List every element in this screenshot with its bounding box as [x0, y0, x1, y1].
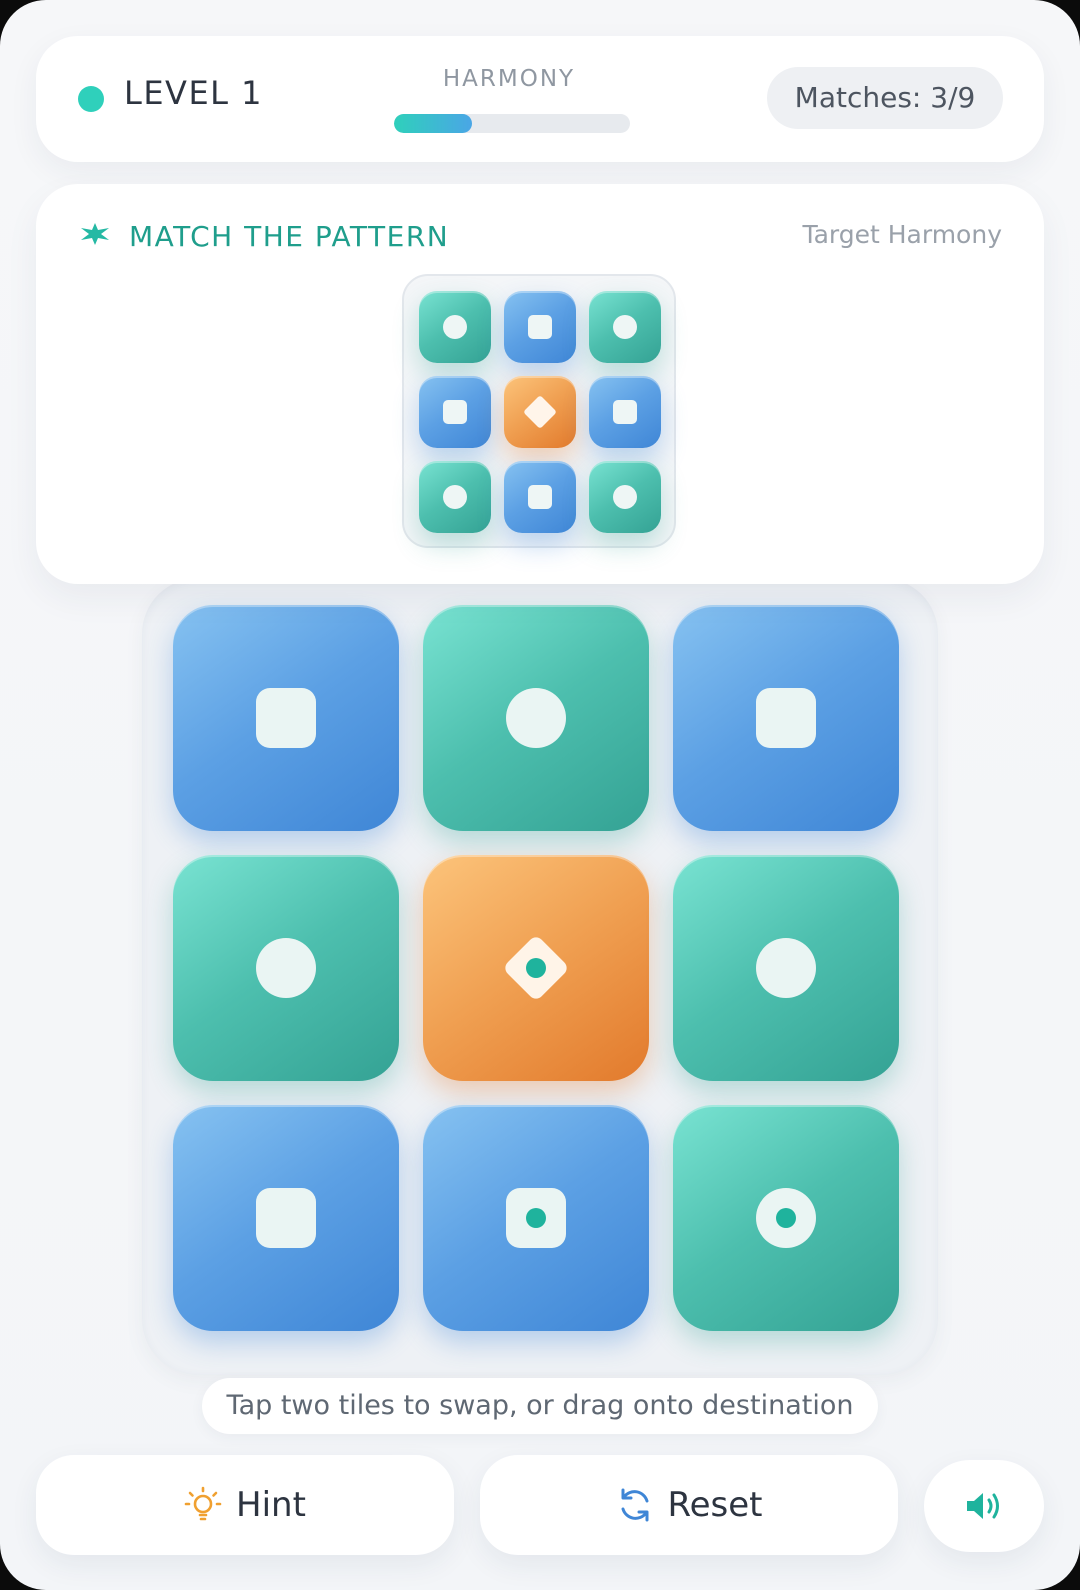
game-board	[142, 578, 938, 1375]
circle-icon	[756, 938, 816, 998]
board-tile[interactable]	[423, 1105, 649, 1331]
square-icon	[443, 400, 467, 424]
circle-icon	[613, 485, 637, 509]
square-icon	[256, 688, 316, 748]
target-tile	[589, 291, 661, 363]
hint-label: Hint	[236, 1485, 306, 1525]
sparkle-icon	[81, 223, 109, 245]
board-tile[interactable]	[673, 1105, 899, 1331]
hint-button[interactable]: Hint	[36, 1455, 454, 1555]
matched-dot-icon	[526, 1208, 546, 1228]
board-tile[interactable]	[673, 605, 899, 831]
lightbulb-icon	[184, 1486, 222, 1521]
target-title: MATCH THE PATTERN	[129, 220, 450, 253]
target-tile	[504, 376, 576, 448]
header-bar: LEVEL 1 HARMONY Matches: 3/9	[36, 36, 1044, 162]
board-tile[interactable]	[173, 605, 399, 831]
circle-icon	[443, 315, 467, 339]
harmony-progress-bar	[394, 114, 630, 133]
circle-icon	[256, 938, 316, 998]
board-tile[interactable]	[423, 855, 649, 1081]
harmony-label: HARMONY	[442, 66, 576, 92]
square-icon	[528, 315, 552, 339]
target-tile	[419, 461, 491, 533]
speaker-icon	[967, 1493, 999, 1519]
board-tile[interactable]	[423, 605, 649, 831]
target-subtitle: Target Harmony	[802, 220, 1002, 249]
target-tile	[504, 461, 576, 533]
circle-icon	[613, 315, 637, 339]
reset-label: Reset	[667, 1485, 763, 1525]
target-tile	[589, 461, 661, 533]
target-tile	[504, 291, 576, 363]
circle-icon	[506, 688, 566, 748]
level-indicator-dot	[78, 86, 104, 112]
square-icon	[528, 485, 552, 509]
square-icon	[756, 688, 816, 748]
matches-counter: Matches: 3/9	[767, 67, 1003, 129]
target-pattern-grid	[402, 274, 676, 548]
matched-dot-icon	[776, 1208, 796, 1228]
board-tile[interactable]	[173, 1105, 399, 1331]
reset-button[interactable]: Reset	[480, 1455, 898, 1555]
square-icon	[613, 400, 637, 424]
target-tile	[419, 291, 491, 363]
board-tile[interactable]	[673, 855, 899, 1081]
square-icon	[256, 1188, 316, 1248]
game-screen: LEVEL 1 HARMONY Matches: 3/9 MATCH THE P…	[0, 0, 1080, 1590]
refresh-icon	[621, 1488, 648, 1522]
circle-icon	[443, 485, 467, 509]
harmony-progress-fill	[394, 114, 472, 133]
matched-dot-icon	[526, 958, 546, 978]
target-tile	[419, 376, 491, 448]
target-pattern-card: MATCH THE PATTERN Target Harmony	[36, 184, 1044, 584]
board-tile[interactable]	[173, 855, 399, 1081]
target-tile	[589, 376, 661, 448]
diamond-icon	[523, 395, 557, 429]
sound-toggle-button[interactable]	[924, 1460, 1044, 1552]
level-label: LEVEL 1	[124, 74, 264, 112]
instruction-hint: Tap two tiles to swap, or drag onto dest…	[202, 1378, 878, 1434]
